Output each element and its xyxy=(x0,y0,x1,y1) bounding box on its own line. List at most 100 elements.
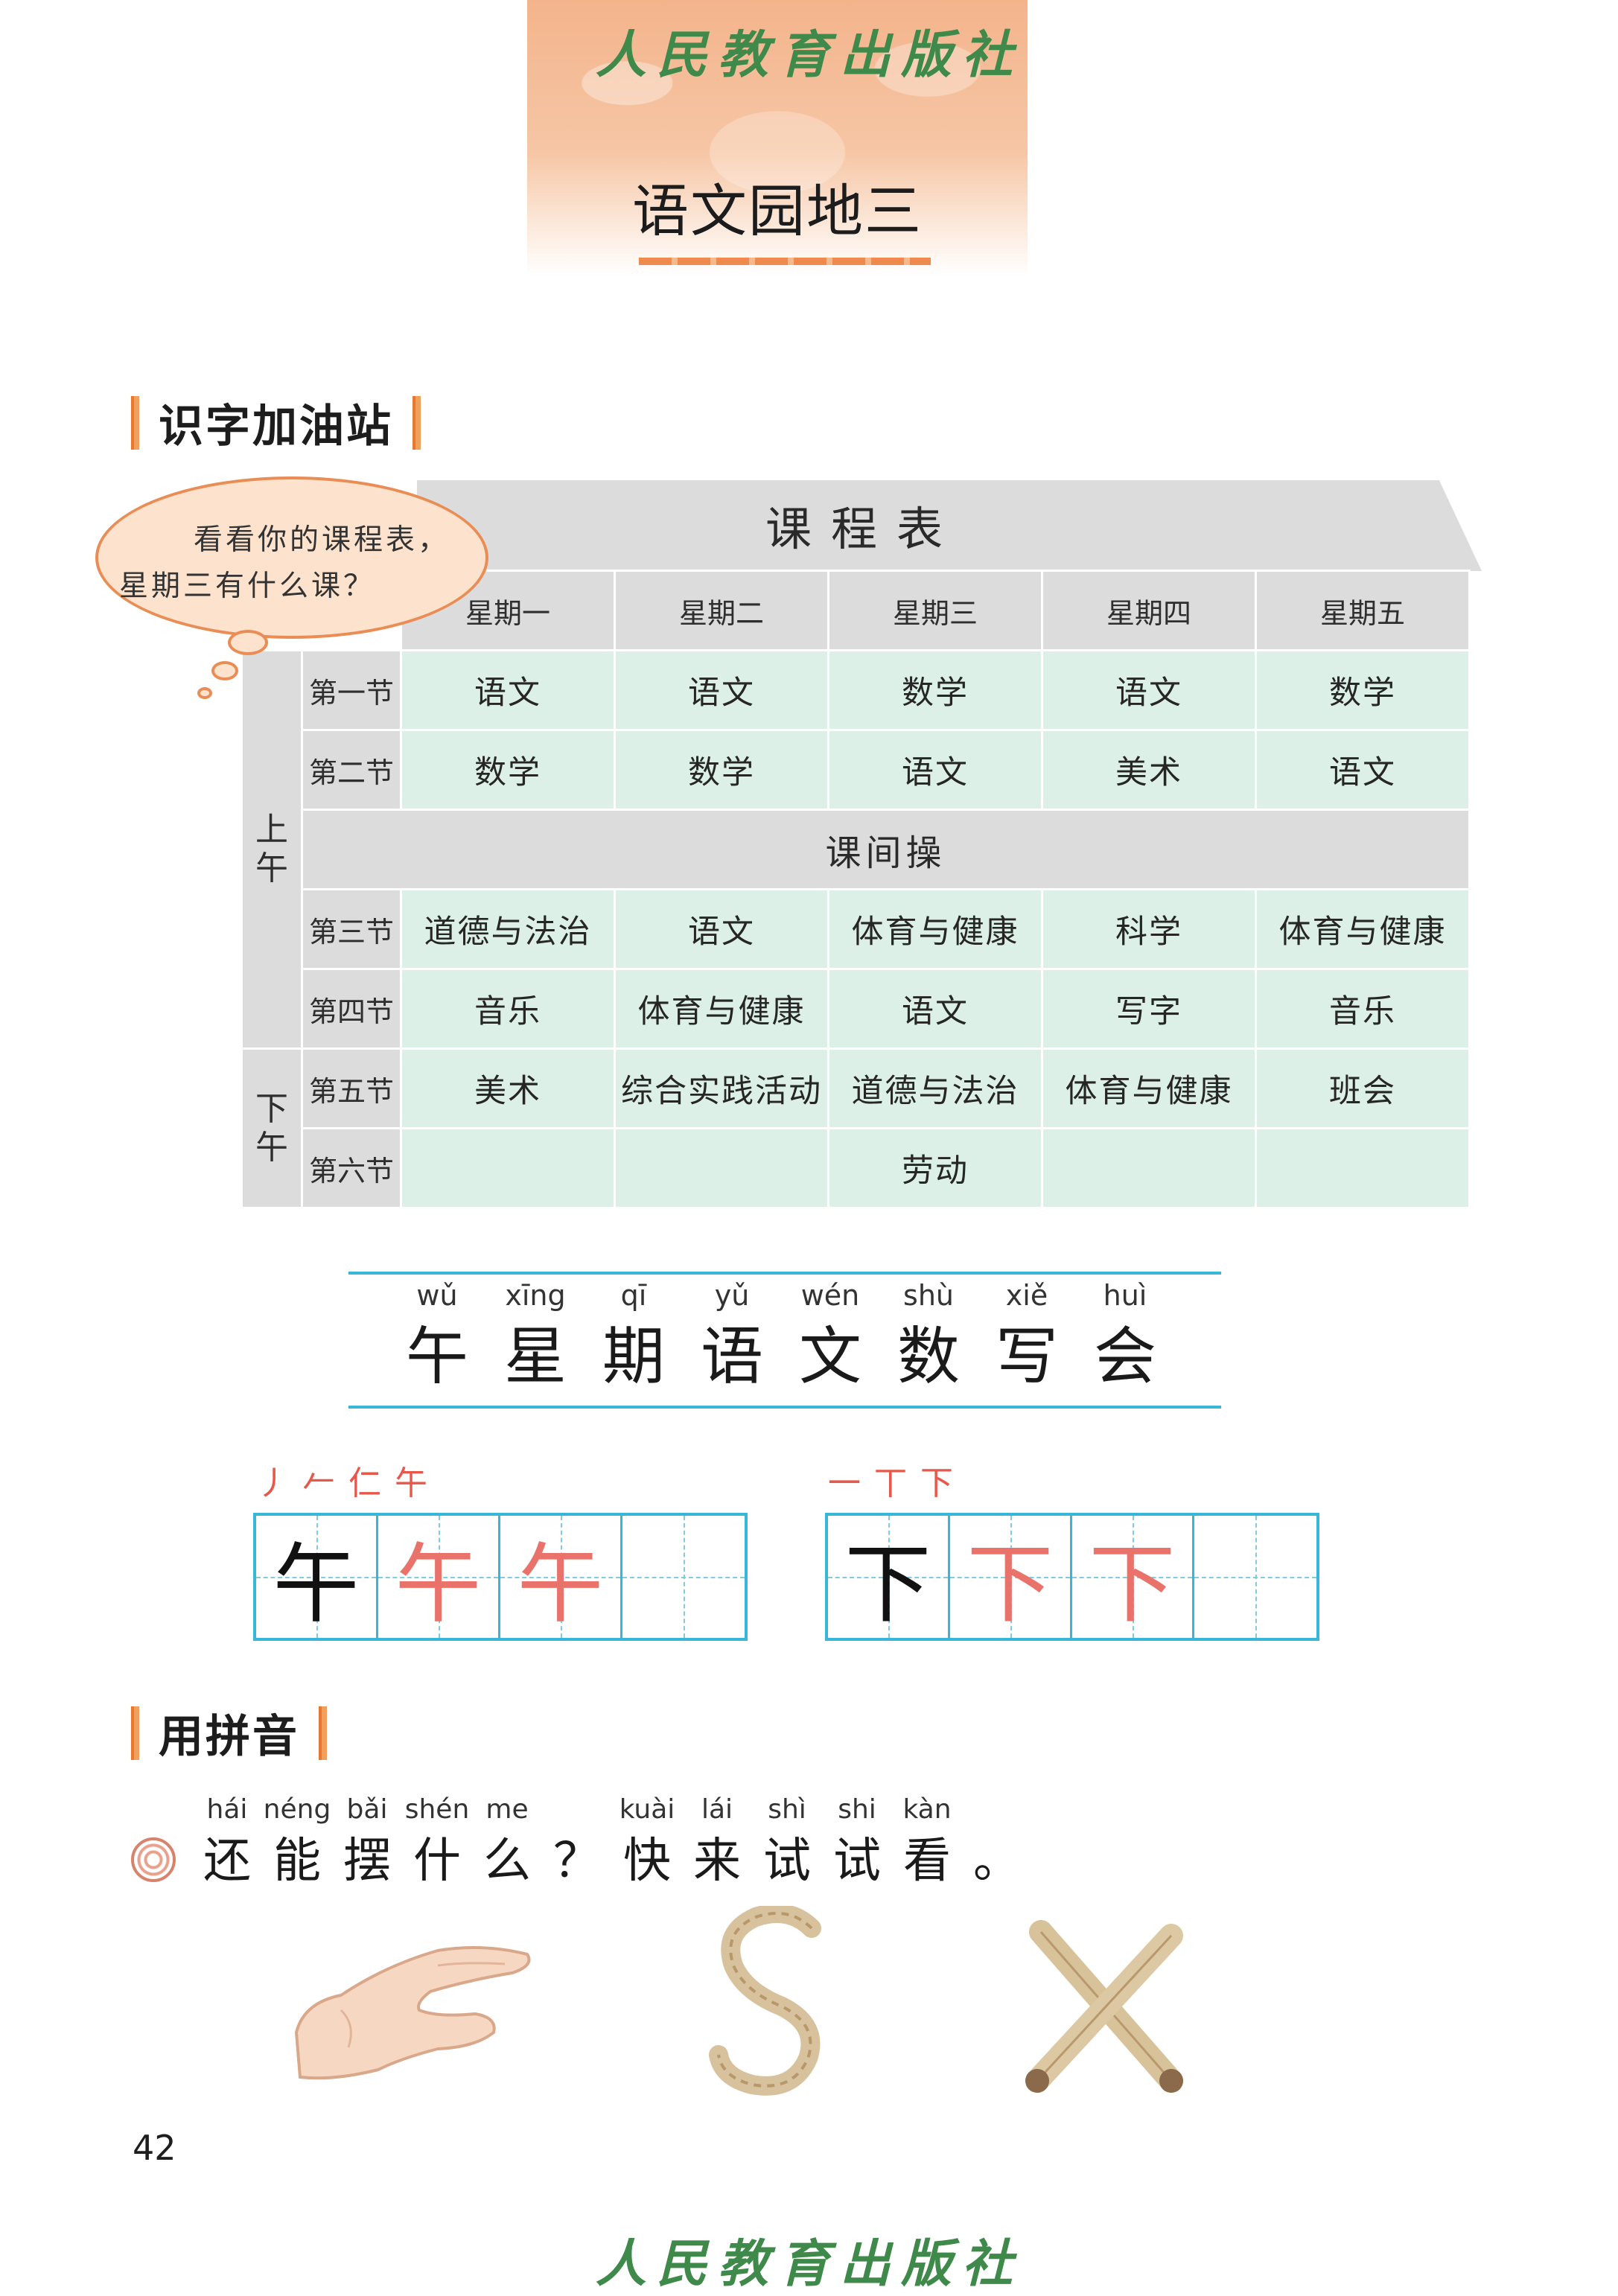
class-cell: 数学 xyxy=(402,731,614,809)
char-pinyin: hái xyxy=(206,1794,248,1825)
trace-char: 午 xyxy=(395,1534,482,1635)
sentence-char: néng 能 xyxy=(262,1794,332,1892)
new-char: qī 期 xyxy=(585,1279,682,1392)
listen-icon xyxy=(131,1837,176,1882)
sentence-char: bǎi 摆 xyxy=(332,1794,402,1892)
period-label: 第三节 xyxy=(303,890,400,968)
char-pinyin: wǔ xyxy=(416,1279,458,1312)
table-row: 第六节 劳动 xyxy=(243,1129,1468,1207)
session-morning: 上午 xyxy=(243,651,301,1047)
class-cell: 语文 xyxy=(402,651,614,729)
grid-cell-empty xyxy=(622,1516,745,1638)
grid-cell-empty xyxy=(1194,1516,1316,1638)
sentence-char: shì 试 xyxy=(752,1794,822,1892)
section-title: 用拼音 xyxy=(159,1711,299,1763)
new-char: yǔ 语 xyxy=(684,1279,780,1392)
table-row: 下午 第五节 美术 综合实践活动 道德与法治 体育与健康 班会 xyxy=(243,1050,1468,1207)
char-pinyin: yǔ xyxy=(714,1279,750,1312)
unit-title: 语文园地三 xyxy=(632,178,923,244)
char-pinyin: qī xyxy=(620,1279,647,1312)
char-hanzi: 试 xyxy=(763,1834,811,1889)
char-hanzi: 文 xyxy=(798,1320,861,1393)
class-cell: 美术 xyxy=(402,1050,614,1127)
table-row: 第四节 音乐 体育与健康 语文 写字 音乐 xyxy=(243,970,1468,1047)
class-cell: 体育与健康 xyxy=(1257,890,1468,968)
session-label: 下午 xyxy=(255,1089,288,1167)
sentence-char: lái 来 xyxy=(682,1794,752,1892)
char-hanzi: 来 xyxy=(693,1834,741,1889)
char-hanzi: 语 xyxy=(700,1320,763,1393)
new-char: wǔ 午 xyxy=(389,1279,485,1392)
session-label: 上午 xyxy=(255,811,288,887)
char-hanzi: ？ xyxy=(553,1834,601,1889)
section-heading-pinyin: 用拼音 xyxy=(131,1700,327,1765)
break-label: 课间操 xyxy=(303,811,1468,888)
crossed-sticks-x-shape-illustration xyxy=(1025,1920,1183,2093)
char-pinyin: kuài xyxy=(619,1794,675,1825)
char-hanzi: 午 xyxy=(405,1320,468,1393)
sentence-char: ？ xyxy=(542,1794,612,1892)
class-cell: 语文 xyxy=(829,731,1041,809)
trace-char: 下 xyxy=(1089,1534,1176,1635)
publisher-watermark-top: 人民教育出版社 xyxy=(596,25,1024,85)
table-row-break: 课间操 xyxy=(243,811,1468,888)
char-hanzi: 什 xyxy=(413,1834,461,1889)
new-char: xiě 写 xyxy=(978,1279,1075,1392)
period-label: 第六节 xyxy=(303,1129,400,1207)
table-row: 第三节 道德与法治 语文 体育与健康 科学 体育与健康 xyxy=(243,890,1468,968)
period-label: 第四节 xyxy=(303,970,400,1047)
heading-bar-right xyxy=(319,1706,327,1760)
class-cell: 美术 xyxy=(1043,731,1255,809)
grid-cell: 下 xyxy=(1072,1516,1194,1638)
sentence-char: kuài 快 xyxy=(612,1794,682,1892)
grid-cell: 下 xyxy=(950,1516,1072,1638)
char-pinyin: shì xyxy=(768,1794,806,1825)
char-pinyin: xiě xyxy=(1005,1279,1048,1312)
class-schedule-table: 星期一 星期二 星期三 星期四 星期五 上午 第一节 语文 语文 数学 语文 数… xyxy=(241,570,1471,1209)
char-pinyin: néng xyxy=(263,1794,331,1825)
table-row: 上午 第一节 语文 语文 数学 语文 数学 xyxy=(243,651,1468,1047)
class-cell: 体育与健康 xyxy=(616,970,827,1047)
period-label: 第二节 xyxy=(303,731,400,809)
trace-char: 下 xyxy=(966,1534,1054,1635)
char-pinyin: kàn xyxy=(902,1794,952,1825)
char-pinyin xyxy=(542,1794,612,1830)
day-header: 星期三 xyxy=(829,572,1041,649)
class-cell: 语文 xyxy=(829,970,1041,1047)
class-cell: 音乐 xyxy=(1257,970,1468,1047)
class-cell: 科学 xyxy=(1043,890,1255,968)
class-cell: 数学 xyxy=(616,731,827,809)
sentence-char: shi 试 xyxy=(822,1794,892,1892)
grid-cell: 午 xyxy=(256,1516,378,1638)
day-header: 星期四 xyxy=(1043,572,1255,649)
publisher-watermark-bottom: 人民教育出版社 xyxy=(596,2234,1024,2294)
char-pinyin xyxy=(962,1794,1032,1830)
char-pinyin: shi xyxy=(838,1794,876,1825)
new-char: shù 数 xyxy=(880,1279,977,1392)
stroke-order-wu: 丿 𠂉 仁 午 xyxy=(256,1464,429,1502)
grid-cell: 午 xyxy=(378,1516,500,1638)
char-pinyin: bǎi xyxy=(346,1794,388,1825)
period-label: 第五节 xyxy=(303,1050,400,1127)
session-afternoon: 下午 xyxy=(243,1050,301,1207)
class-cell: 语文 xyxy=(1257,731,1468,809)
sentence-char: hái 还 xyxy=(192,1794,262,1892)
char-hanzi: 快 xyxy=(623,1834,671,1889)
char-hanzi: 数 xyxy=(896,1320,960,1393)
class-cell xyxy=(402,1129,614,1207)
char-pinyin: shù xyxy=(903,1279,954,1312)
char-hanzi: 还 xyxy=(203,1834,251,1889)
char-hanzi: 么 xyxy=(483,1834,531,1889)
class-cell: 数学 xyxy=(1257,651,1468,729)
char-hanzi: 试 xyxy=(833,1834,881,1889)
char-pinyin: me xyxy=(485,1794,529,1825)
char-pinyin: lái xyxy=(701,1794,733,1825)
table-row: 第二节 数学 数学 语文 美术 语文 xyxy=(243,731,1468,809)
class-cell: 劳动 xyxy=(829,1129,1041,1207)
bubble-dot xyxy=(197,687,212,699)
sentence-char: shén 什 xyxy=(402,1794,472,1892)
char-pinyin: xīng xyxy=(505,1279,566,1312)
class-cell: 语文 xyxy=(1043,651,1255,729)
class-cell: 数学 xyxy=(829,651,1041,729)
section-heading-shizi: 识字加油站 xyxy=(131,390,421,455)
